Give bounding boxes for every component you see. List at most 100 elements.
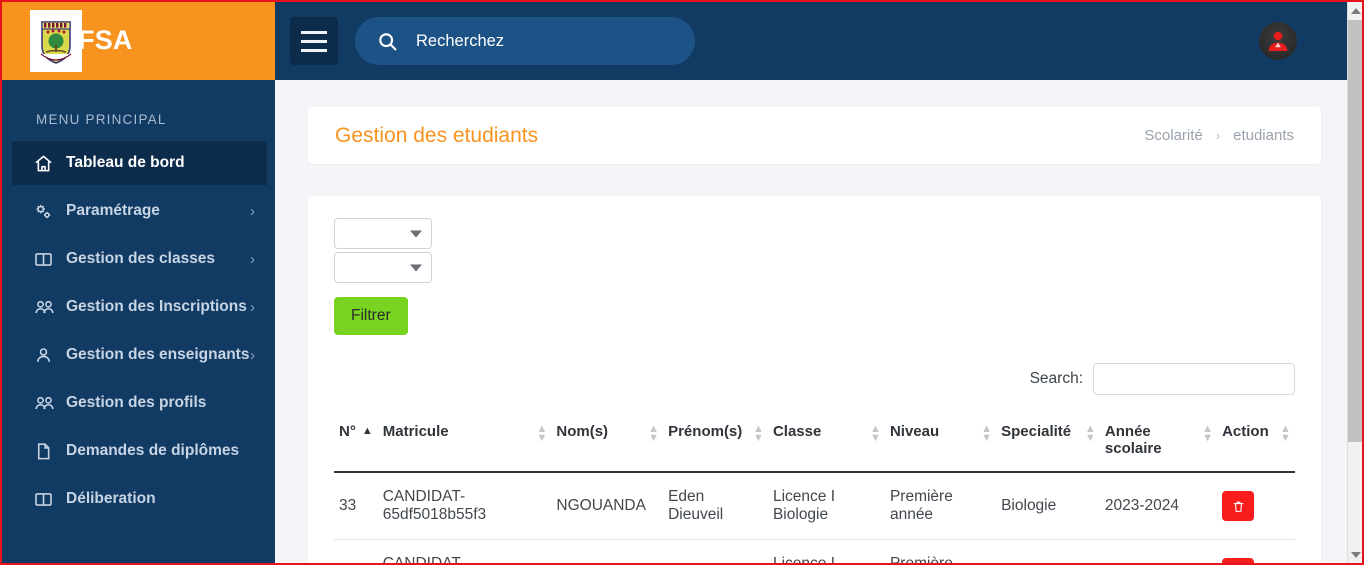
page-content: Gestion des etudiants Scolarité › etudia… (275, 80, 1351, 563)
brand-name: FSA (78, 25, 133, 55)
sort-both-icon: ▲ ▼ (981, 423, 992, 445)
sidebar-section-title: MENU PRINCIPAL (36, 112, 167, 127)
file-icon (34, 442, 60, 461)
cell-niveau: Première année (884, 539, 997, 563)
sidebar-item-gestion-des-enseignants[interactable]: Gestion des enseignants › (12, 333, 267, 377)
scroll-down-arrow-icon[interactable] (1348, 546, 1362, 563)
cell-action (1217, 539, 1295, 563)
cell-action (1217, 472, 1295, 540)
table-row: 33 CANDIDAT-65df5018b55f3 NGOUANDA Eden … (334, 472, 1295, 540)
page-title: Gestion des etudiants (335, 123, 539, 147)
cell-specialite: Biologie (996, 539, 1100, 563)
breadcrumb-item-scolarite[interactable]: Scolarité (1144, 127, 1202, 144)
hamburger-bar (301, 39, 327, 43)
column-header-classe[interactable]: Classe ▲ ▼ (767, 415, 885, 473)
cell-prenom: Eden Dieuveil (663, 472, 768, 540)
sidebar-item-parametrage[interactable]: Paramétrage › (12, 189, 267, 233)
sidebar-item-demandes-de-diplomes[interactable]: Demandes de diplômes (12, 429, 267, 473)
table-row: 34 CANDIDAT-660fad5a3541e ANDZOUA Lem Li… (334, 539, 1295, 563)
cell-niveau: Première année (884, 472, 997, 540)
cell-classe: Licence I Biologie (767, 472, 885, 540)
chevron-right-icon: › (250, 298, 255, 316)
people-icon (34, 394, 60, 413)
sidebar-item-label: Gestion des classes (66, 250, 216, 267)
sidebar-item-label: Gestion des enseignants (66, 346, 250, 363)
cell-nom: NGOUANDA (551, 472, 664, 540)
column-header-prenom[interactable]: Prénom(s) ▲ ▼ (663, 415, 768, 473)
cell-matricule: CANDIDAT-65df5018b55f3 (377, 472, 552, 540)
chevron-right-icon: › (250, 250, 255, 268)
sidebar-item-deliberation[interactable]: Déliberation (12, 477, 267, 521)
cell-matricule: CANDIDAT-660fad5a3541e (377, 539, 552, 563)
sidebar-item-tableau-de-bord[interactable]: Tableau de bord (12, 141, 267, 185)
sort-both-icon: ▲ ▼ (1084, 423, 1096, 445)
sidebar-item-label: Gestion des profils (66, 394, 207, 411)
column-label: Specialité (1001, 423, 1072, 440)
cell-specialite: Biologie (996, 472, 1100, 540)
filter-select-1[interactable] (334, 218, 432, 249)
home-icon (34, 154, 60, 173)
chevron-down-icon (410, 230, 422, 237)
table-search-row: Search: (334, 363, 1295, 395)
breadcrumb: Scolarité › etudiants (1144, 127, 1294, 144)
chevron-right-icon: › (1215, 128, 1221, 143)
table-search-input[interactable] (1093, 363, 1295, 395)
cell-annee: 2023-2024 (1099, 539, 1218, 563)
scrollbar-thumb[interactable] (1348, 20, 1362, 442)
sidebar-item-gestion-des-profils[interactable]: Gestion des profils (12, 381, 267, 425)
column-label: Action (1222, 423, 1269, 440)
search-input[interactable] (416, 31, 656, 51)
sidebar-item-gestion-des-classes[interactable]: Gestion des classes › (12, 237, 267, 281)
sidebar: FSA MENU PRINCIPAL Tableau de bord Param… (2, 2, 275, 563)
column-header-no[interactable]: N° ▲ (334, 415, 378, 473)
table-header: N° ▲ Matricule ▲ ▼ Nom(s) ▲ ▼ Prénom(s) … (334, 415, 1295, 473)
filter-panel: Filtrer (334, 218, 1295, 335)
cell-no: 34 (334, 539, 378, 563)
user-avatar-icon[interactable] (1259, 22, 1297, 60)
chevron-right-icon: › (250, 202, 255, 220)
app-window: FSA MENU PRINCIPAL Tableau de bord Param… (0, 0, 1364, 565)
people-icon (34, 298, 60, 317)
brand-header[interactable]: FSA (2, 2, 275, 80)
cell-classe: Licence I Biologie (767, 539, 885, 563)
delete-button[interactable] (1222, 558, 1255, 563)
sidebar-item-gestion-des-inscriptions[interactable]: Gestion des Inscriptions › (12, 285, 267, 329)
scroll-up-arrow-icon[interactable] (1348, 2, 1362, 19)
person-icon (34, 346, 60, 365)
filter-button[interactable]: Filtrer (334, 297, 408, 335)
hamburger-bar (301, 48, 327, 52)
column-header-niveau[interactable]: Niveau ▲ ▼ (884, 415, 997, 473)
column-header-annee-scolaire[interactable]: Année scolaire ▲ ▼ (1099, 415, 1218, 473)
table-body: 33 CANDIDAT-65df5018b55f3 NGOUANDA Eden … (334, 472, 1295, 563)
chevron-down-icon (410, 264, 422, 271)
sort-both-icon: ▲ ▼ (752, 423, 764, 445)
global-search[interactable] (355, 17, 695, 65)
column-header-specialite[interactable]: Specialité ▲ ▼ (996, 415, 1100, 473)
column-label: Matricule (382, 423, 449, 440)
sidebar-item-label: Gestion des Inscriptions (66, 298, 247, 315)
cell-nom: ANDZOUA (551, 539, 664, 563)
cell-prenom: Lem (663, 539, 768, 563)
column-label: N° (339, 423, 356, 440)
breadcrumb-item-etudiants[interactable]: etudiants (1233, 127, 1294, 144)
table-header-row: N° ▲ Matricule ▲ ▼ Nom(s) ▲ ▼ Prénom(s) … (334, 415, 1295, 473)
delete-button[interactable] (1222, 491, 1255, 521)
column-label: Prénom(s) (668, 423, 743, 440)
cell-no: 33 (334, 472, 378, 540)
cell-annee: 2023-2024 (1099, 472, 1218, 540)
column-header-matricule[interactable]: Matricule ▲ ▼ (377, 415, 552, 473)
column-header-nom[interactable]: Nom(s) ▲ ▼ (551, 415, 664, 473)
sort-both-icon: ▲ ▼ (1280, 423, 1291, 445)
sidebar-item-label: Déliberation (66, 490, 156, 507)
sort-both-icon: ▲ ▼ (1202, 423, 1213, 445)
vertical-scrollbar[interactable] (1347, 2, 1362, 563)
filter-select-2[interactable] (334, 252, 432, 283)
column-label: Nom(s) (556, 423, 609, 440)
university-crest-logo (30, 9, 82, 72)
column-label: Année scolaire (1104, 423, 1162, 457)
hamburger-icon[interactable] (290, 17, 338, 65)
column-label: Niveau (889, 423, 940, 440)
sort-both-icon: ▲ ▼ (869, 423, 881, 445)
column-header-action[interactable]: Action ▲ ▼ (1217, 415, 1295, 473)
book-icon (34, 490, 60, 509)
